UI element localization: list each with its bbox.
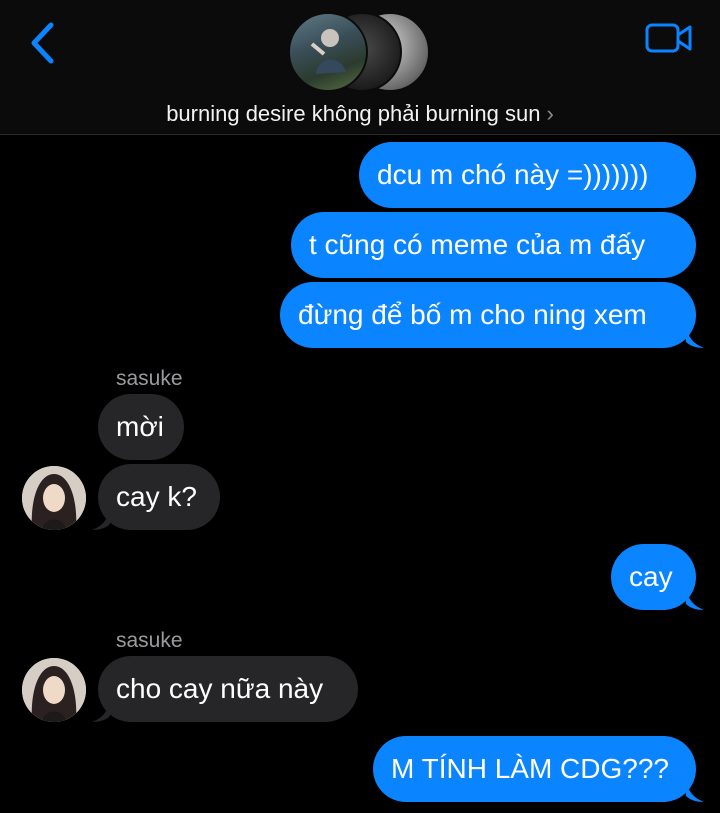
avatar[interactable] — [22, 466, 86, 530]
message-text: t cũng có meme của m đấy — [309, 229, 646, 260]
group-avatar-1 — [288, 12, 368, 92]
chevron-left-icon — [31, 22, 54, 64]
back-button[interactable] — [22, 18, 62, 68]
message-text: mời — [116, 411, 164, 442]
message-bubble-outgoing[interactable]: t cũng có meme của m đấy — [291, 212, 696, 278]
message-text: cay k? — [116, 481, 197, 512]
sender-name: sasuke — [116, 629, 183, 652]
chevron-right-icon: › — [546, 101, 554, 126]
group-name-label: burning desire không phải burning sun — [166, 101, 541, 126]
message-text: M TÍNH LÀM CDG??? — [391, 753, 669, 784]
message-bubble-outgoing[interactable]: cay — [611, 544, 696, 610]
bubble-tail — [686, 326, 704, 348]
message-text: cay — [629, 561, 673, 592]
message-bubble-outgoing[interactable]: M TÍNH LÀM CDG??? — [373, 736, 696, 802]
avatar[interactable] — [22, 658, 86, 722]
video-camera-icon — [645, 23, 692, 53]
message-text: dcu m chó này =))))))) — [377, 159, 649, 190]
group-avatar-stack[interactable] — [288, 12, 438, 94]
chat-header: burning desire không phải burning sun › — [0, 0, 720, 135]
bubble-tail — [686, 588, 704, 610]
video-call-button[interactable] — [644, 18, 694, 58]
message-bubble-incoming[interactable]: cay k? — [98, 464, 220, 530]
message-bubble-incoming[interactable]: cho cay nữa này — [98, 656, 358, 722]
bubble-tail — [686, 780, 704, 802]
message-bubble-incoming[interactable]: mời — [98, 394, 184, 460]
profile-photo-icon — [22, 466, 86, 530]
message-text: đừng để bố m cho ning xem — [298, 299, 647, 330]
group-name-button[interactable]: burning desire không phải burning sun › — [0, 101, 720, 127]
message-bubble-outgoing[interactable]: đừng để bố m cho ning xem — [280, 282, 696, 348]
message-bubble-outgoing[interactable]: dcu m chó này =))))))) — [359, 142, 696, 208]
profile-photo-icon — [22, 658, 86, 722]
person-photo-icon — [310, 29, 346, 74]
sender-name: sasuke — [116, 367, 183, 390]
message-text: cho cay nữa này — [116, 673, 324, 704]
